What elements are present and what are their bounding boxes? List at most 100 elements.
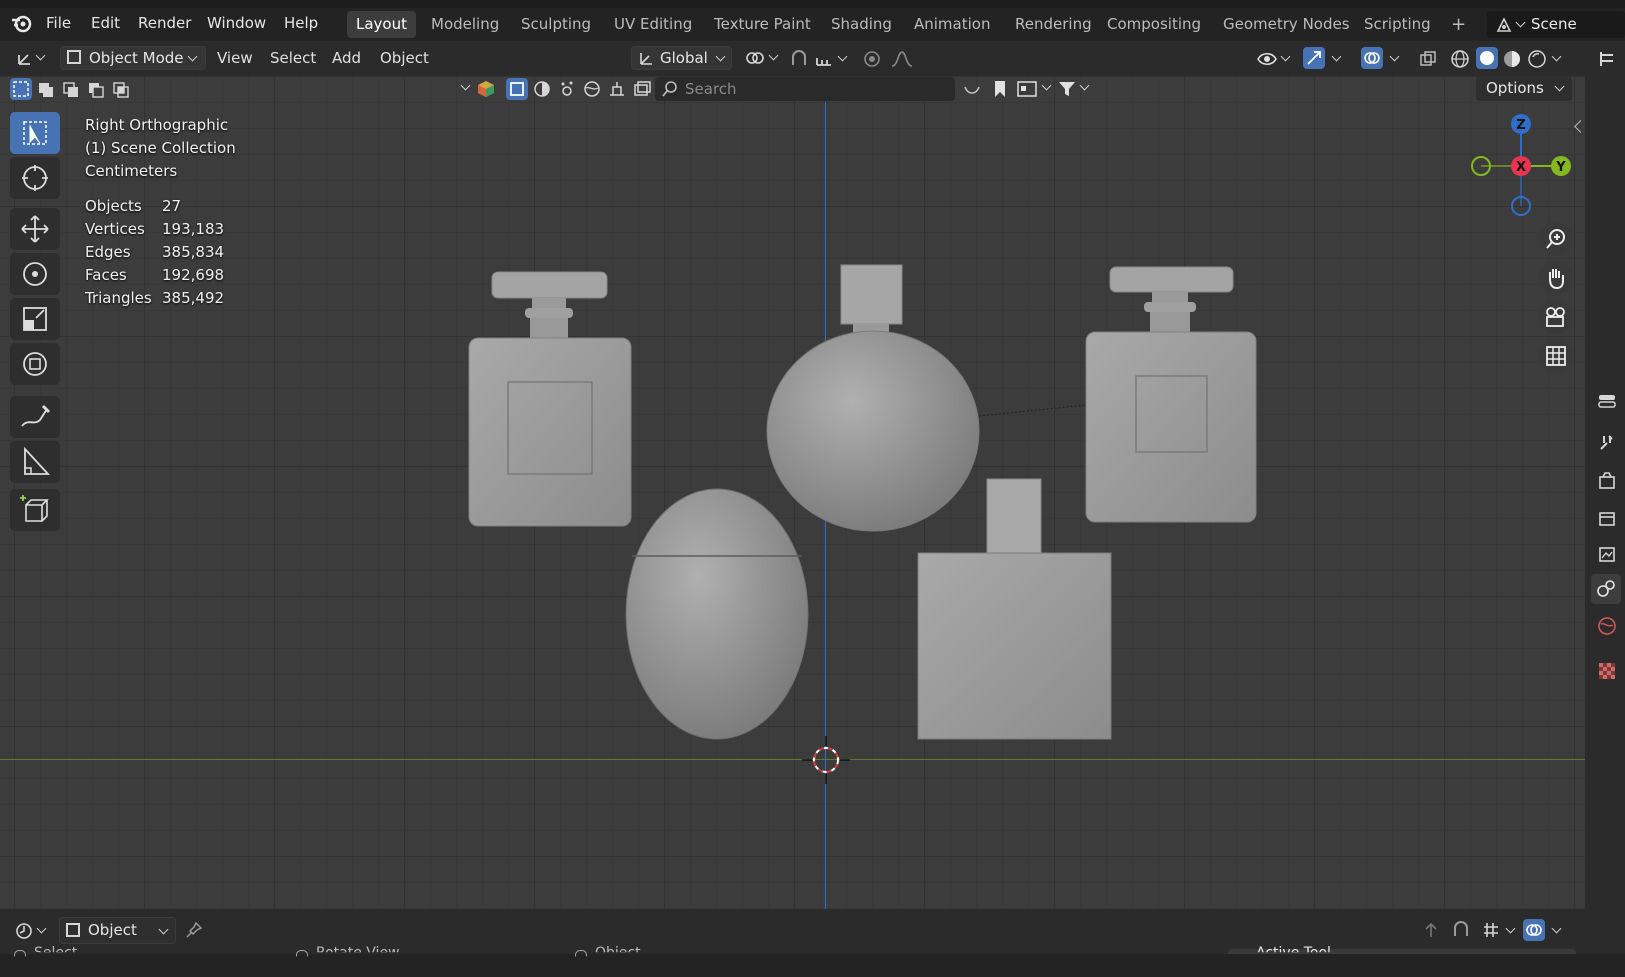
chevron-down-icon[interactable] — [1551, 923, 1562, 934]
cursor-tool[interactable] — [10, 157, 60, 199]
world-properties-icon[interactable] — [1597, 616, 1617, 640]
tab-modeling[interactable]: Modeling — [422, 11, 508, 38]
wrench-icon[interactable] — [1597, 433, 1617, 457]
scene-selector[interactable]: Scene — [1487, 11, 1625, 38]
snap-target-icon[interactable] — [814, 49, 834, 73]
visibility-eye-icon[interactable] — [1256, 49, 1278, 73]
view-menu[interactable]: View — [217, 46, 253, 70]
transform-orientation-selector[interactable]: Global — [631, 46, 732, 70]
3d-viewport[interactable]: Search Options Right Orthographic (1) Sc… — [0, 76, 1585, 909]
perspective-toggle-button[interactable] — [1539, 339, 1573, 373]
view-name-label: Right Orthographic — [85, 116, 229, 134]
snap-magnet-icon[interactable] — [1451, 920, 1471, 944]
stat-label: Triangles — [85, 289, 152, 307]
chevron-down-icon[interactable] — [837, 51, 848, 62]
tab-compositing[interactable]: Compositing — [1098, 11, 1210, 38]
gizmo-toggle-button[interactable] — [1303, 47, 1325, 69]
add-workspace-button[interactable]: + — [1442, 11, 1475, 38]
perfume-bottle-egg[interactable] — [625, 488, 809, 740]
perfume-bottle-round[interactable] — [766, 264, 980, 532]
chevron-down-icon — [1515, 17, 1526, 28]
axis-editor-icon — [16, 49, 34, 71]
annotate-tool[interactable] — [10, 396, 60, 438]
snap-arrow-icon[interactable] — [1421, 920, 1441, 944]
scene-objects — [468, 264, 1257, 784]
menu-help[interactable]: Help — [284, 14, 318, 32]
pivot-selector[interactable] — [742, 46, 782, 70]
chevron-down-icon[interactable] — [1331, 51, 1342, 62]
orientation-label: Global — [660, 49, 708, 67]
wireframe-shading-icon[interactable] — [1450, 49, 1470, 73]
chevron-down-icon — [35, 50, 46, 61]
tool-properties-icon[interactable] — [1597, 391, 1617, 415]
output-properties-icon[interactable] — [1597, 508, 1617, 532]
mode-label: Object Mode — [89, 49, 184, 67]
zoom-button[interactable] — [1539, 222, 1573, 256]
tab-sculpting[interactable]: Sculpting — [512, 11, 600, 38]
select-menu[interactable]: Select — [270, 46, 316, 70]
navigation-gizmo[interactable]: Z Y X — [1460, 114, 1580, 224]
bottom-overlay-button[interactable] — [1523, 919, 1545, 941]
scene-properties-icon[interactable] — [1591, 574, 1621, 604]
proportional-edit-icon[interactable] — [862, 49, 882, 73]
stat-value: 385,834 — [162, 243, 225, 261]
menu-file[interactable]: File — [46, 14, 71, 32]
editor-type-selector[interactable] — [12, 46, 50, 70]
menu-render[interactable]: Render — [138, 14, 191, 32]
stat-label: Objects — [85, 197, 142, 215]
timeline-header: Object — [0, 909, 1585, 954]
3d-cursor-icon[interactable] — [802, 736, 850, 784]
object-mode-icon — [67, 50, 81, 64]
transform-tool[interactable] — [10, 343, 60, 385]
add-menu[interactable]: Add — [332, 46, 361, 70]
chevron-down-icon[interactable] — [1389, 51, 1400, 62]
object-menu[interactable]: Object — [380, 46, 429, 70]
camera-view-button[interactable] — [1539, 300, 1573, 334]
menu-edit[interactable]: Edit — [91, 14, 120, 32]
tab-scripting[interactable]: Scripting — [1355, 11, 1440, 38]
texture-properties-icon[interactable] — [1597, 661, 1617, 685]
tab-texture-paint[interactable]: Texture Paint — [705, 11, 820, 38]
chevron-down-icon — [36, 923, 47, 934]
rendered-shading-icon[interactable] — [1527, 49, 1547, 73]
tab-rendering[interactable]: Rendering — [1006, 11, 1101, 38]
outliner-icon[interactable] — [1597, 49, 1617, 73]
collection-label: (1) Scene Collection — [85, 139, 236, 157]
tab-layout[interactable]: Layout — [347, 11, 416, 38]
render-properties-icon[interactable] — [1597, 471, 1617, 495]
pan-hand-button[interactable] — [1539, 261, 1573, 295]
falloff-icon[interactable] — [890, 49, 914, 73]
scale-tool[interactable] — [10, 298, 60, 340]
perfume-bottle-square[interactable] — [917, 478, 1112, 740]
solid-shading-button[interactable] — [1476, 47, 1498, 69]
snap-toggle-icon[interactable] — [789, 49, 809, 73]
mouse-left-icon — [14, 950, 26, 957]
tab-uv-editing[interactable]: UV Editing — [605, 11, 701, 38]
perfume-bottle-right[interactable] — [1085, 266, 1257, 523]
menu-window[interactable]: Window — [207, 14, 266, 32]
tab-geometry-nodes[interactable]: Geometry Nodes — [1214, 11, 1359, 38]
tab-animation[interactable]: Animation — [905, 11, 999, 38]
tab-shading[interactable]: Shading — [822, 11, 901, 38]
perfume-bottle-left[interactable] — [468, 271, 632, 527]
bottom-mode-selector[interactable]: Object — [59, 917, 176, 944]
view-layer-icon[interactable] — [1597, 544, 1617, 568]
mode-selector[interactable]: Object Mode — [60, 46, 206, 70]
select-box-tool[interactable] — [10, 112, 60, 154]
stat-value: 27 — [162, 197, 182, 215]
material-preview-icon[interactable] — [1502, 49, 1522, 73]
editor-type-selector[interactable] — [10, 919, 50, 943]
measure-tool[interactable] — [10, 441, 60, 483]
move-tool[interactable] — [10, 208, 60, 250]
xray-toggle-icon[interactable] — [1418, 49, 1438, 73]
snap-grid-icon[interactable] — [1481, 920, 1501, 944]
rotate-tool[interactable] — [10, 253, 60, 295]
chevron-down-icon[interactable] — [1551, 51, 1562, 62]
chevron-down-icon[interactable] — [1505, 923, 1516, 934]
blender-logo-icon[interactable] — [10, 13, 32, 35]
add-cube-tool[interactable] — [10, 489, 60, 531]
overlays-toggle-button[interactable] — [1361, 47, 1383, 69]
pin-icon[interactable] — [184, 920, 204, 944]
stat-value: 193,183 — [162, 220, 225, 238]
chevron-down-icon[interactable] — [1280, 51, 1291, 62]
